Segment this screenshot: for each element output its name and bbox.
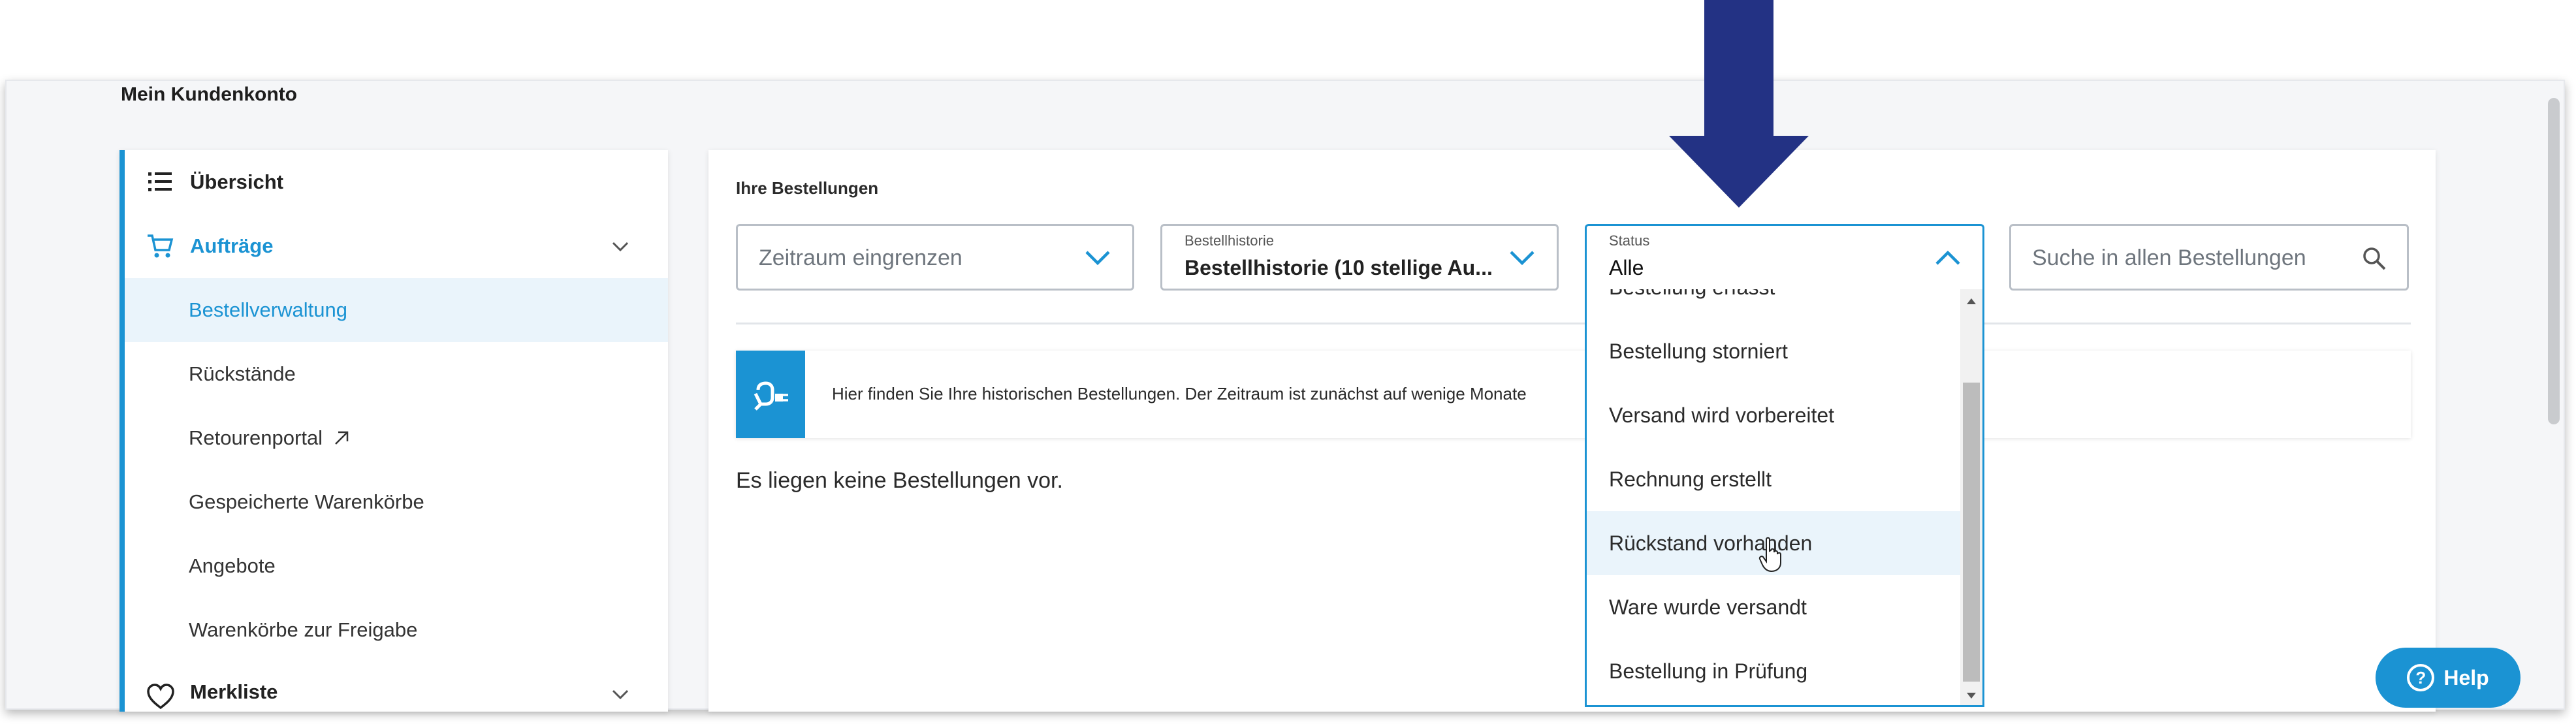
chevron-down-icon[interactable] — [611, 684, 630, 704]
empty-state-text: Es liegen keine Bestellungen vor. — [736, 468, 1063, 493]
sidebar-item-label: Gespeicherte Warenkörbe — [189, 490, 424, 513]
sidebar-item-label: Merkliste — [190, 680, 278, 703]
sidebar-item-label: Übersicht — [190, 170, 283, 193]
sidebar-item-label: Bestellverwaltung — [189, 298, 347, 321]
history-select[interactable]: Bestellhistorie Bestellhistorie (10 stel… — [1160, 224, 1559, 291]
history-value: Bestellhistorie (10 stellige Au... — [1185, 256, 1493, 279]
scroll-down-arrow-icon[interactable] — [1967, 693, 1976, 699]
page-title: Mein Kundenkonto — [121, 84, 297, 105]
help-label: Help — [2443, 665, 2489, 689]
search-icon[interactable] — [2360, 245, 2390, 272]
history-plug-icon — [754, 381, 788, 411]
sidebar-item-label: Rückstände — [189, 362, 296, 385]
sidebar-item-uebersicht[interactable]: Übersicht — [125, 150, 668, 214]
search-field[interactable]: Suche in allen Bestellungen — [2009, 224, 2409, 291]
sidebar-item-label: Warenkörbe zur Freigabe — [189, 618, 418, 641]
divider — [736, 323, 2411, 324]
dropdown-scrollbar-thumb[interactable] — [1963, 383, 1980, 682]
status-option[interactable]: Bestellung in Prüfung — [1587, 639, 1962, 703]
chevron-down-icon — [1085, 251, 1110, 266]
period-select[interactable]: Zeitraum eingrenzen — [736, 224, 1134, 291]
question-icon: ? — [2407, 664, 2435, 691]
status-option[interactable]: Ware wurde versandt — [1587, 575, 1962, 639]
chevron-down-icon — [1510, 251, 1534, 266]
sidebar-item-warenkoerbe-freigabe[interactable]: Warenkörbe zur Freigabe — [125, 598, 668, 662]
annotation-arrow-icon — [1669, 0, 1809, 208]
period-placeholder: Zeitraum eingrenzen — [759, 245, 962, 270]
orders-title: Ihre Bestellungen — [736, 178, 879, 198]
sidebar-item-gespeicherte-warenkoerbe[interactable]: Gespeicherte Warenkörbe — [125, 470, 668, 534]
status-select[interactable]: Status Alle — [1585, 224, 1984, 292]
sidebar-item-merkliste[interactable]: Merkliste — [125, 662, 668, 712]
sidebar-item-angebote[interactable]: Angebote — [125, 534, 668, 598]
heart-icon — [147, 684, 174, 710]
sidebar-item-retourenportal[interactable]: Retourenportal — [125, 406, 668, 470]
sidebar-accent — [119, 150, 125, 712]
sidebar-item-auftraege[interactable]: Aufträge — [125, 214, 668, 278]
sidebar-item-bestellverwaltung[interactable]: Bestellverwaltung — [125, 278, 668, 342]
search-input[interactable]: Suche in allen Bestellungen — [2032, 245, 2306, 271]
status-option[interactable]: Rechnung erstellt — [1587, 447, 1962, 511]
history-label: Bestellhistorie — [1185, 232, 1274, 249]
chevron-up-icon — [1935, 250, 1960, 265]
info-banner-icon-box — [736, 351, 805, 438]
dropdown-scrollbar[interactable] — [1960, 289, 1982, 705]
hand-cursor-icon — [1758, 537, 1781, 573]
status-option[interactable]: Versand wird vorbereitet — [1587, 383, 1962, 447]
chevron-down-icon[interactable] — [611, 236, 630, 256]
sidebar-item-rueckstaende[interactable]: Rückstände — [125, 342, 668, 406]
cart-icon — [148, 234, 174, 258]
help-button[interactable]: ? Help — [2376, 648, 2520, 708]
status-option[interactable]: Bestellung storniert — [1587, 319, 1962, 383]
status-option[interactable]: Bestellung erfasst — [1587, 289, 1962, 319]
info-text: Hier finden Sie Ihre historischen Bestel… — [832, 384, 1527, 403]
external-link-icon — [335, 431, 349, 445]
sidebar-item-label: Aufträge — [190, 234, 274, 257]
sidebar-item-label: Angebote — [189, 554, 276, 577]
list-icon — [148, 172, 172, 191]
status-value: Alle — [1609, 256, 1644, 279]
page-scrollbar-thumb[interactable] — [2548, 98, 2560, 424]
status-label: Status — [1609, 232, 1650, 249]
sidebar-item-label: Retourenportal — [189, 426, 323, 449]
status-dropdown-list[interactable]: Bestellung erfasst Bestellung storniert … — [1585, 289, 1984, 707]
scroll-up-arrow-icon[interactable] — [1967, 298, 1976, 304]
